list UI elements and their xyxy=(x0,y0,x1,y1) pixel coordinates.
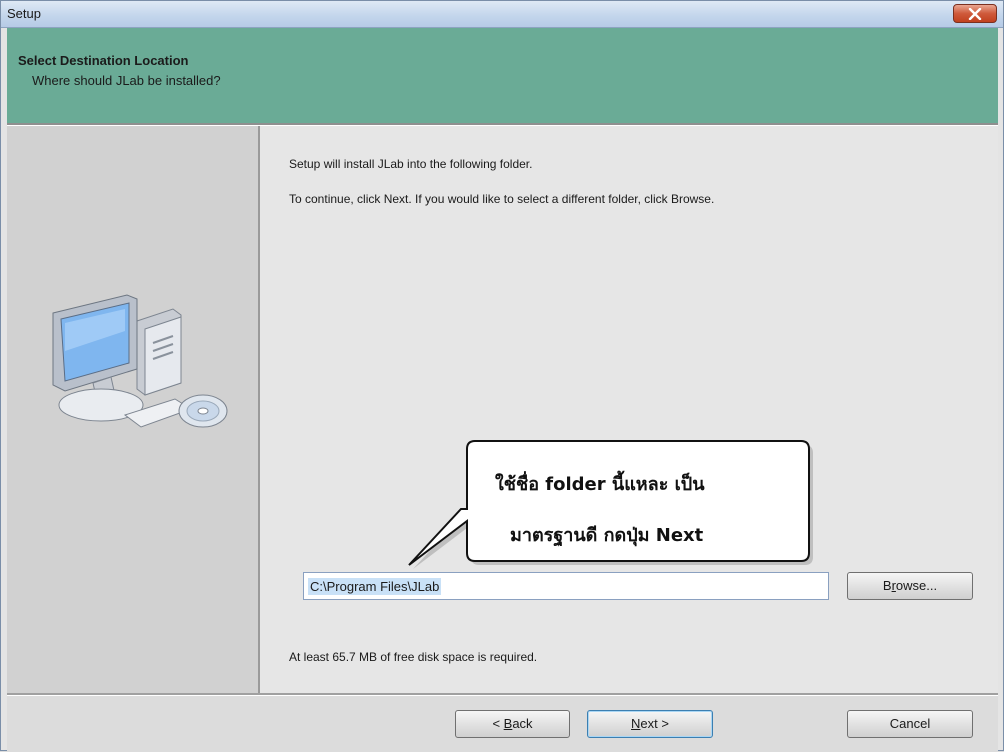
button-bar: < Back Next > Cancel xyxy=(7,696,998,752)
disk-space-text: At least 65.7 MB of free disk space is r… xyxy=(289,650,538,664)
browse-button[interactable]: Browse... xyxy=(847,572,973,600)
wizard-header: Select Destination Location Where should… xyxy=(7,28,998,123)
close-icon xyxy=(968,8,982,20)
side-panel xyxy=(7,126,260,693)
install-folder-text: Setup will install JLab into the followi… xyxy=(289,157,533,171)
destination-path-value: C:\Program Files\JLab xyxy=(308,578,442,595)
instruction-text: To continue, click Next. If you would li… xyxy=(289,192,715,206)
cancel-button[interactable]: Cancel xyxy=(847,710,973,738)
title-bar[interactable]: Setup xyxy=(1,1,1003,28)
content-area: Setup will install JLab into the followi… xyxy=(260,126,998,693)
page-subtitle: Where should JLab be installed? xyxy=(32,73,221,88)
callout-line-1: ใช้ชื่อ folder นี้แหละ เป็น xyxy=(495,474,705,495)
destination-path-input[interactable]: C:\Program Files\JLab xyxy=(303,572,829,600)
page-title: Select Destination Location xyxy=(18,53,189,68)
back-button[interactable]: < Back xyxy=(455,710,570,738)
computer-illustration xyxy=(52,294,228,428)
next-button[interactable]: Next > xyxy=(587,710,713,738)
setup-window: Setup Select Destination Location Where … xyxy=(0,0,1004,752)
callout-line-2: มาตรฐานดี กดปุ่ม Next xyxy=(510,525,704,546)
window-title: Setup xyxy=(7,6,41,21)
close-button[interactable] xyxy=(953,4,997,23)
